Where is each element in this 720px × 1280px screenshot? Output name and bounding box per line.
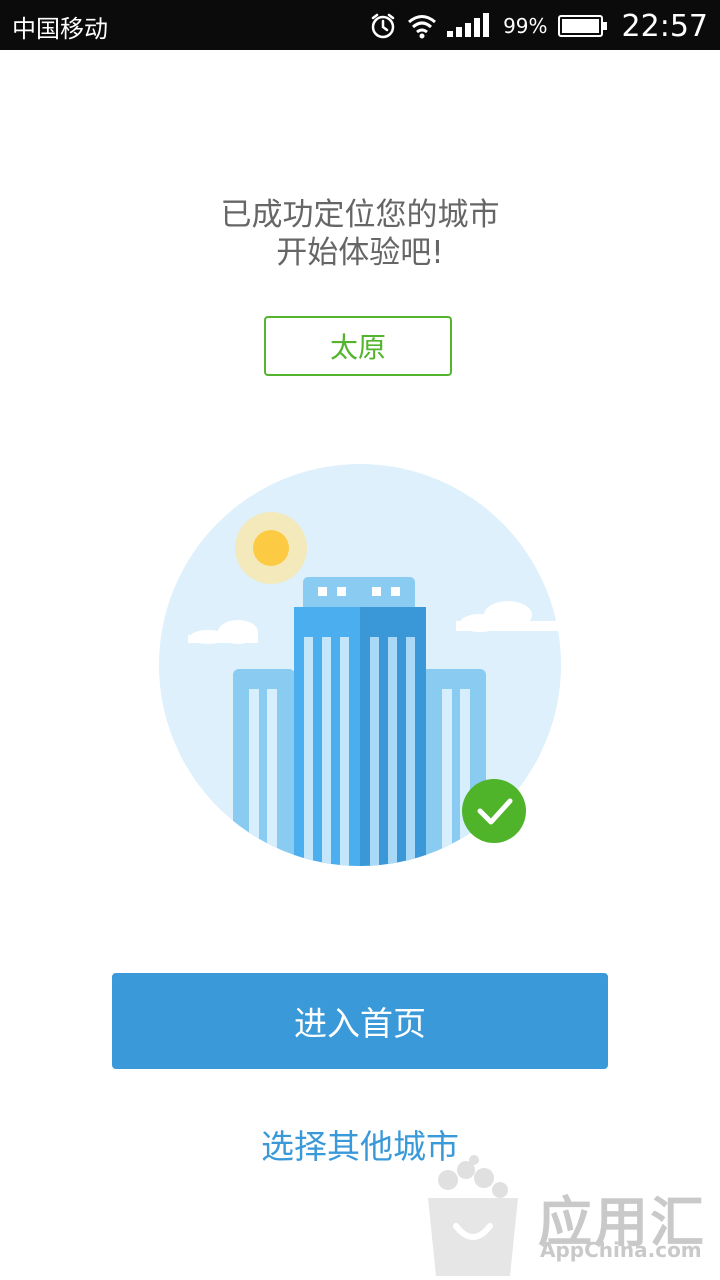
appchina-watermark: 应用汇 AppChina.com	[418, 1150, 718, 1280]
left-building	[233, 669, 295, 866]
location-success-message: 已成功定位您的城市 开始体验吧!	[0, 196, 720, 272]
headline-line2: 开始体验吧!	[276, 235, 444, 271]
battery-percent: 99%	[503, 14, 548, 38]
status-icons: 99% 22:57	[369, 6, 708, 46]
right-building	[422, 669, 486, 866]
alarm-icon	[369, 12, 397, 40]
battery-icon	[557, 14, 608, 38]
sun-icon	[235, 512, 307, 584]
main-tower	[294, 577, 426, 866]
wifi-icon	[407, 13, 437, 39]
city-illustration	[150, 455, 570, 875]
watermark-domain: AppChina.com	[540, 1238, 702, 1262]
located-city-button[interactable]: 太原	[264, 316, 452, 376]
carrier-label: 中国移动	[12, 15, 108, 43]
enter-home-label: 进入首页	[294, 1004, 426, 1043]
check-circle-icon	[462, 779, 526, 843]
status-clock: 22:57	[621, 8, 708, 44]
headline-line1: 已成功定位您的城市	[220, 197, 500, 233]
city-name: 太原	[329, 331, 386, 364]
signal-icon	[447, 13, 493, 39]
status-bar: 中国移动 99% 22:57	[0, 0, 720, 50]
enter-home-button[interactable]: 进入首页	[112, 973, 608, 1069]
shopping-bag-logo-icon	[428, 1155, 518, 1276]
